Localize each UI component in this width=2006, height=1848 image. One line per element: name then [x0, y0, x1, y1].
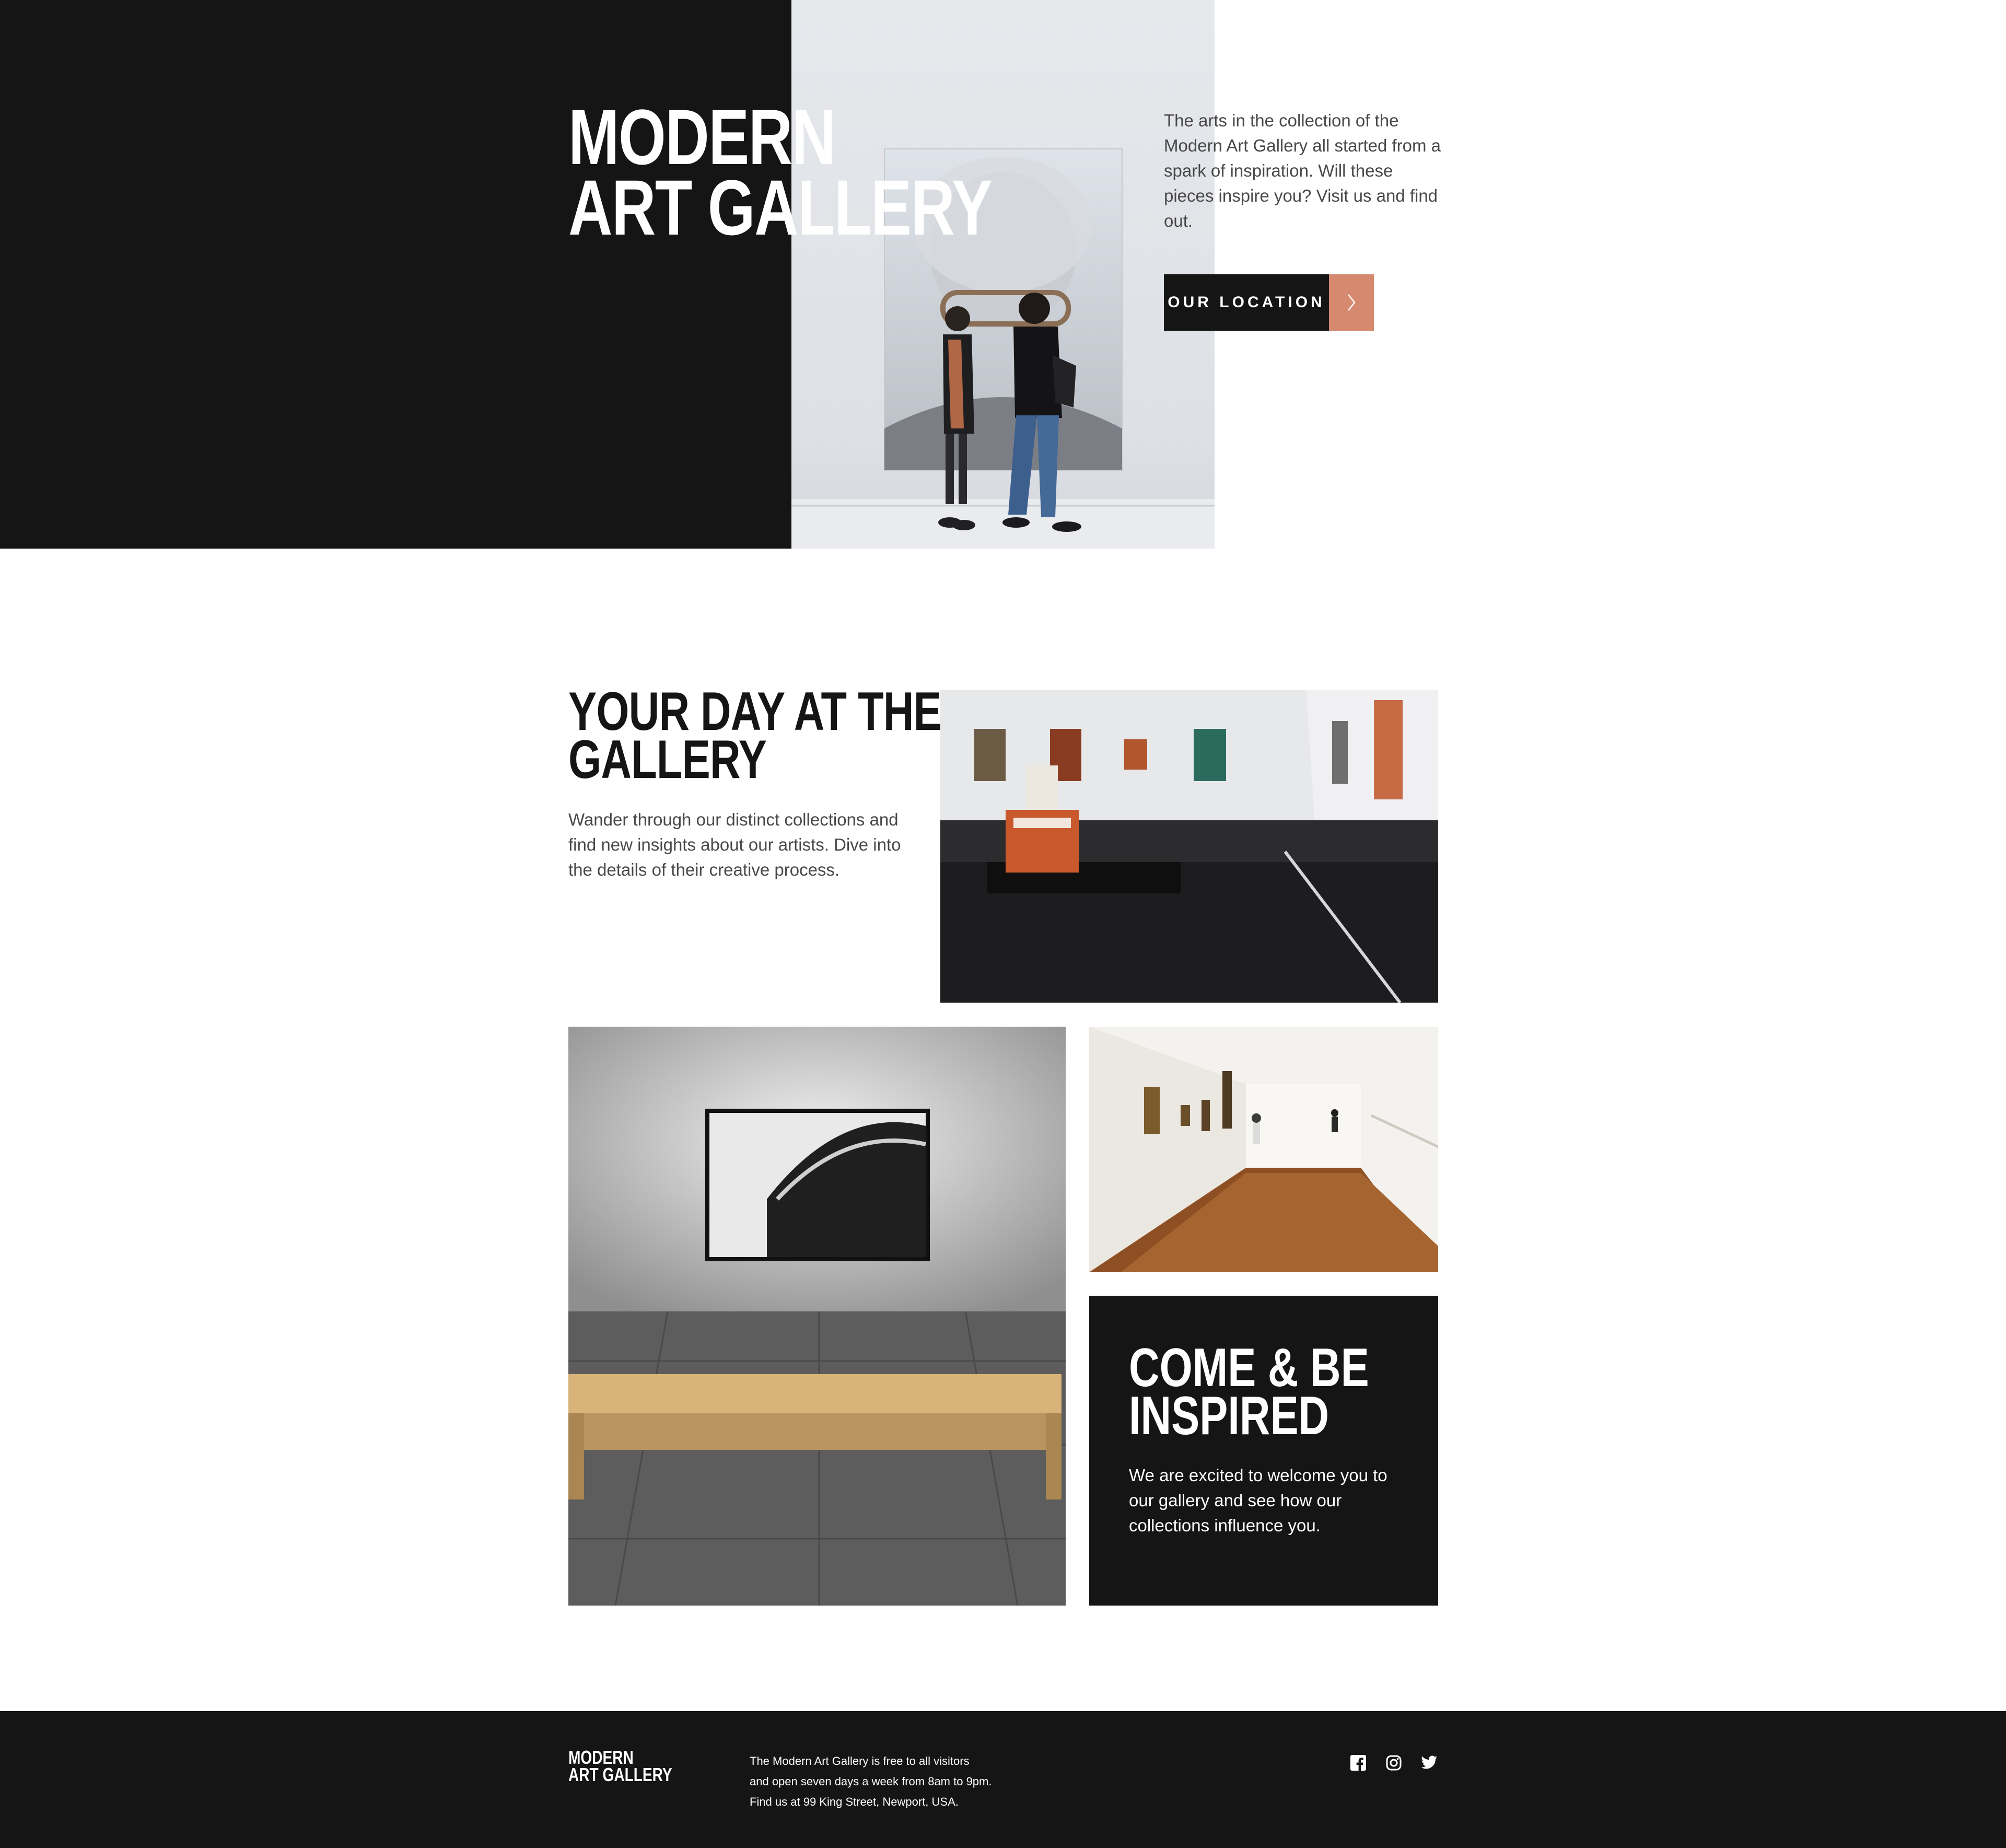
hero-illustration	[791, 148, 1215, 549]
day-title-line1: YOUR DAY AT THE	[568, 681, 942, 742]
social-links	[1349, 1754, 1438, 1772]
day-section-title: YOUR DAY AT THE GALLERY	[568, 681, 942, 790]
inspired-title-line1: COME & BE	[1129, 1338, 1369, 1398]
inspired-description: We are excited to welcome you to our gal…	[1129, 1466, 1387, 1535]
hero-dark-panel	[0, 0, 791, 549]
hero-title-line1: MODERN	[568, 93, 836, 181]
hero-title: MODERN ART GALLERY	[568, 93, 993, 251]
twitter-icon[interactable]	[1420, 1754, 1438, 1772]
facebook-icon[interactable]	[1349, 1754, 1367, 1772]
bench-photo	[568, 1027, 1066, 1606]
footer: MODERN ART GALLERY The Modern Art Galler…	[0, 1711, 2006, 1848]
hero-description: The arts in the collection of the Modern…	[1164, 111, 1441, 230]
gallery-room-photo	[940, 690, 1438, 1003]
hero-image	[791, 0, 1215, 549]
chevron-right-icon	[1329, 274, 1374, 331]
footer-logo-line2: ART GALLERY	[568, 1764, 672, 1785]
hero-title-line2: ART GALLERY	[568, 164, 993, 251]
footer-info-line2: and open seven days a week from 8am to 9…	[750, 1775, 992, 1788]
gallery-hall-photo	[1089, 1027, 1438, 1272]
footer-info-line1: The Modern Art Gallery is free to all vi…	[750, 1754, 970, 1768]
our-location-label: OUR LOCATION	[1164, 274, 1329, 331]
our-location-button[interactable]: OUR LOCATION	[1164, 274, 1374, 331]
inspired-title: COME & BE INSPIRED	[1129, 1338, 1369, 1446]
day-title-line2: GALLERY	[568, 729, 767, 790]
footer-logo[interactable]: MODERN ART GALLERY	[568, 1748, 672, 1785]
inspired-title-line2: INSPIRED	[1129, 1386, 1329, 1446]
inspired-card: COME & BE INSPIRED We are excited to wel…	[1089, 1296, 1438, 1606]
day-description: Wander through our distinct collections …	[568, 810, 901, 879]
instagram-icon[interactable]	[1385, 1754, 1403, 1772]
footer-info-line3: Find us at 99 King Street, Newport, USA.	[750, 1795, 959, 1808]
footer-info: The Modern Art Gallery is free to all vi…	[750, 1751, 1042, 1812]
